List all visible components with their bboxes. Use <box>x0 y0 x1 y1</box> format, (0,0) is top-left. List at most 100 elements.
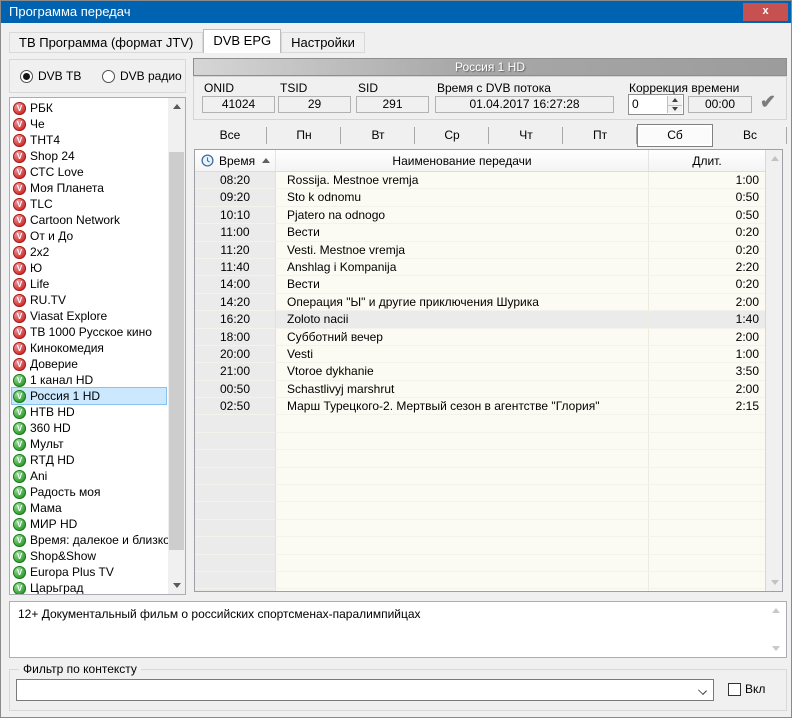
day-tab[interactable]: Сб <box>637 124 713 147</box>
program-row[interactable]: 09:20Sto k odnomu0:50 <box>195 189 765 206</box>
channel-item[interactable]: VМИР HD <box>12 516 166 532</box>
channel-item[interactable]: VТВ 1000 Русское кино <box>12 324 166 340</box>
channel-item[interactable]: VРБК <box>12 100 166 116</box>
program-duration: 2:00 <box>649 294 765 311</box>
filter-combobox[interactable] <box>16 679 714 701</box>
channel-item[interactable]: VМоя Планета <box>12 180 166 196</box>
radio-dvb-radio[interactable]: DVB радио <box>102 69 182 83</box>
channel-item[interactable]: VRTД HD <box>12 452 166 468</box>
day-tab[interactable]: Ср <box>415 124 489 147</box>
channel-item[interactable]: VЮ <box>12 260 166 276</box>
column-header-name[interactable]: Наименование передачи <box>276 150 649 171</box>
spin-up-icon[interactable] <box>668 96 682 105</box>
column-header-duration[interactable]: Длит. <box>649 150 765 171</box>
scroll-down-icon[interactable] <box>168 577 185 594</box>
program-time <box>195 468 276 485</box>
table-scrollbar[interactable] <box>765 150 782 591</box>
channel-item[interactable]: VEuropa Plus TV <box>12 564 166 580</box>
channel-item[interactable]: VShop 24 <box>12 148 166 164</box>
top-tab[interactable]: ТВ Программа (формат JTV) <box>9 32 203 53</box>
program-title: Pjatero na odnogo <box>276 207 649 224</box>
channel-item[interactable]: VМульт <box>12 436 166 452</box>
correction-spinner[interactable]: 0 <box>628 94 684 115</box>
close-button[interactable]: x <box>743 3 788 21</box>
sid-value: 291 <box>356 96 429 113</box>
program-row[interactable]: 14:00Вести0:20 <box>195 276 765 293</box>
scroll-up-icon[interactable] <box>766 150 783 167</box>
program-row[interactable]: 20:00Vesti1:00 <box>195 346 765 363</box>
scrollbar-thumb[interactable] <box>169 152 184 550</box>
channel-item[interactable]: VВремя: далекое и близкое <box>12 532 166 548</box>
day-tab[interactable]: Вт <box>341 124 415 147</box>
channel-item[interactable]: VРадость моя <box>12 484 166 500</box>
channel-item[interactable]: VОт и До <box>12 228 166 244</box>
program-row[interactable]: 00:50Schastlivyj marshrut2:00 <box>195 381 765 398</box>
program-row-empty <box>195 572 765 589</box>
program-row[interactable]: 08:20Rossija. Mestnoe vremja1:00 <box>195 172 765 189</box>
program-duration <box>649 433 765 450</box>
program-time: 08:20 <box>195 172 276 189</box>
program-time: 16:20 <box>195 311 276 328</box>
program-row[interactable]: 11:20Vesti. Mestnoe vremja0:20 <box>195 242 765 259</box>
channel-item[interactable]: VЦарьград <box>12 580 166 595</box>
top-tab[interactable]: Настройки <box>281 32 365 53</box>
channel-items: VРБКVЧеVТНТ4VShop 24VСТС LoveVМоя Планет… <box>12 100 166 595</box>
filter-enabled-checkbox[interactable] <box>728 683 741 696</box>
channel-item[interactable]: V2x2 <box>12 244 166 260</box>
program-row[interactable]: 14:20Операция "Ы" и другие приключения Ш… <box>195 294 765 311</box>
day-tab[interactable]: Все <box>193 124 267 147</box>
program-row[interactable]: 11:40Anshlag i Kompanija2:20 <box>195 259 765 276</box>
scroll-up-icon[interactable] <box>772 608 780 613</box>
channel-item[interactable]: V360 HD <box>12 420 166 436</box>
channel-item[interactable]: VЧе <box>12 116 166 132</box>
radio-dvb-tv[interactable]: DVB ТВ <box>20 69 81 83</box>
day-tab[interactable]: Пт <box>563 124 637 147</box>
channel-item[interactable]: VCartoon Network <box>12 212 166 228</box>
channel-name: Доверие <box>30 357 78 371</box>
channel-item[interactable]: VСТС Love <box>12 164 166 180</box>
day-tab[interactable]: Пн <box>267 124 341 147</box>
program-row-empty <box>195 450 765 467</box>
spin-down-icon[interactable] <box>668 105 682 114</box>
scroll-up-icon[interactable] <box>168 98 185 115</box>
apply-check-icon[interactable]: ✔ <box>760 91 776 114</box>
channel-item[interactable]: VLife <box>12 276 166 292</box>
column-header-time[interactable]: Время <box>195 150 276 171</box>
program-time: 09:20 <box>195 189 276 206</box>
channel-list-scrollbar[interactable] <box>168 98 185 594</box>
day-tab[interactable]: Вс <box>713 124 787 147</box>
channel-item[interactable]: VViasat Explore <box>12 308 166 324</box>
program-duration: 1:00 <box>649 346 765 363</box>
program-title <box>276 485 649 502</box>
program-row[interactable]: 16:20Zoloto nacii1:40 <box>195 311 765 328</box>
program-row-empty <box>195 520 765 537</box>
program-row[interactable]: 21:00Vtoroe dykhanie3:50 <box>195 363 765 380</box>
channel-item[interactable]: VНТВ HD <box>12 404 166 420</box>
program-row[interactable]: 18:00Субботний вечер2:00 <box>195 329 765 346</box>
channel-item[interactable]: VShop&Show <box>12 548 166 564</box>
scroll-down-icon[interactable] <box>766 574 783 591</box>
channel-name: НТВ HD <box>30 405 75 419</box>
channel-item[interactable]: VTLC <box>12 196 166 212</box>
program-title <box>276 589 649 592</box>
program-row[interactable]: 11:00Вести0:20 <box>195 224 765 241</box>
program-row[interactable]: 02:50Марш Турецкого-2. Мертвый сезон в а… <box>195 398 765 415</box>
program-time <box>195 555 276 572</box>
scroll-down-icon[interactable] <box>772 646 780 651</box>
channel-v-icon: V <box>13 246 26 259</box>
program-row[interactable]: 10:10Pjatero na odnogo0:50 <box>195 207 765 224</box>
top-tab[interactable]: DVB EPG <box>203 29 281 53</box>
channel-item[interactable]: VТНТ4 <box>12 132 166 148</box>
day-tab[interactable]: Чт <box>489 124 563 147</box>
channel-item[interactable]: VAni <box>12 468 166 484</box>
channel-item[interactable]: VРоссия 1 HD <box>12 388 166 404</box>
program-title <box>276 450 649 467</box>
channel-item[interactable]: V1 канал HD <box>12 372 166 388</box>
channel-item[interactable]: VМама <box>12 500 166 516</box>
channel-item[interactable]: VДоверие <box>12 356 166 372</box>
program-duration: 0:20 <box>649 276 765 293</box>
program-description: 12+ Документальный фильм о российских сп… <box>9 601 787 658</box>
chevron-down-icon[interactable] <box>698 686 707 695</box>
channel-item[interactable]: VRU.TV <box>12 292 166 308</box>
channel-item[interactable]: VКинокомедия <box>12 340 166 356</box>
